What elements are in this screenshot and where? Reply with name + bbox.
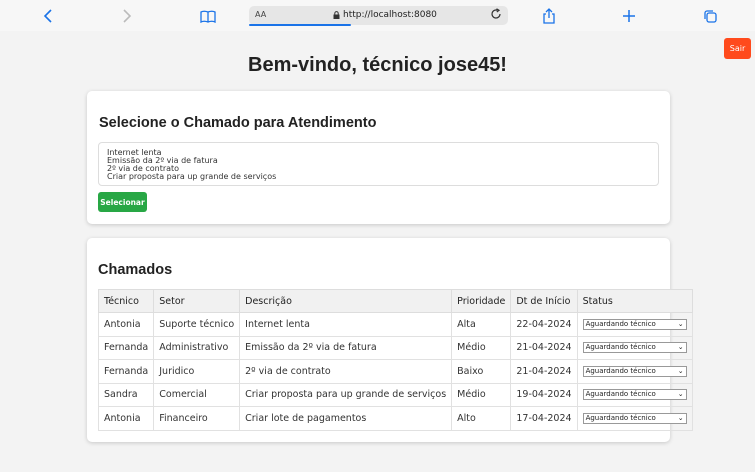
table-header-row: Técnico Setor Descrição Prioridade Dt de… [97, 289, 693, 313]
cell-prioridade: Médio [451, 382, 512, 407]
ticket-listbox[interactable]: Internet lenta Emissão da 2º via de fatu… [98, 142, 659, 186]
status-select[interactable]: Aguardando técnico ⌄ [582, 342, 687, 354]
status-select[interactable]: Aguardando técnico ⌄ [582, 412, 687, 424]
cell-tecnico: Fernanda [97, 335, 155, 360]
lock-icon [333, 11, 340, 19]
cell-tecnico: Sandra [97, 382, 155, 407]
column-header: Descrição [239, 289, 453, 313]
status-select-value: Aguardando técnico [585, 413, 656, 422]
cell-descricao: Emissão da 2º via de fatura [239, 335, 453, 360]
status-select[interactable]: Aguardando técnico ⌄ [582, 318, 687, 330]
cell-setor: Comercial [153, 382, 241, 407]
new-tab-button[interactable] [618, 5, 640, 27]
tickets-table: Técnico Setor Descrição Prioridade Dt de… [97, 289, 693, 431]
back-button[interactable] [37, 5, 59, 27]
cell-descricao: Criar proposta para up grande de serviço… [239, 382, 453, 407]
status-select-value: Aguardando técnico [585, 319, 656, 328]
cell-tecnico: Antonia [97, 312, 155, 337]
cell-status: Aguardando técnico ⌄ [576, 382, 693, 407]
status-select[interactable]: Aguardando técnico ⌄ [582, 365, 687, 377]
cell-descricao: Internet lenta [239, 312, 453, 337]
ticket-option[interactable]: Emissão da 2º via de fatura [107, 157, 650, 165]
cell-inicio: 22-04-2024 [510, 312, 578, 337]
load-progress [249, 24, 351, 26]
cell-tecnico: Fernanda [97, 359, 155, 384]
cell-tecnico: Antonia [97, 406, 155, 431]
cell-status: Aguardando técnico ⌄ [576, 359, 693, 384]
cell-inicio: 21-04-2024 [510, 335, 578, 360]
reload-button[interactable] [490, 8, 502, 23]
cell-prioridade: Baixo [451, 359, 512, 384]
status-select-value: Aguardando técnico [585, 390, 656, 399]
select-ticket-heading: Selecione o Chamado para Atendimento [99, 115, 377, 131]
cell-descricao: 2º via de contrato [239, 359, 453, 384]
tickets-card: Chamados Técnico Setor Descrição Priorid… [87, 238, 693, 442]
status-select[interactable]: Aguardando técnico ⌄ [582, 389, 687, 401]
table-row: Fernanda Juridico 2º via de contrato Baixo 2… [97, 359, 693, 384]
cell-status: Aguardando técnico ⌄ [576, 335, 693, 360]
cell-prioridade: Alto [451, 406, 512, 431]
tabs-icon [703, 9, 717, 23]
cell-setor: Administrativo [153, 335, 241, 360]
cell-status: Aguardando técnico ⌄ [576, 406, 693, 431]
status-select-value: Aguardando técnico [585, 343, 656, 352]
chevron-down-icon: ⌄ [677, 413, 684, 422]
tabs-button[interactable] [699, 5, 721, 27]
chevron-down-icon: ⌄ [677, 366, 684, 375]
chevron-down-icon: ⌄ [677, 390, 684, 399]
select-button[interactable]: Selecionar [98, 192, 147, 212]
page-title: Bem-vindo, técnico jose45! [248, 54, 507, 76]
browser-toolbar: AA http://localhost:8080 [0, 0, 755, 31]
select-ticket-card: Selecione o Chamado para Atendimento Int… [87, 91, 670, 224]
bookmarks-button[interactable] [197, 5, 219, 27]
column-header: Setor [153, 289, 241, 313]
cell-inicio: 19-04-2024 [510, 382, 578, 407]
reader-aa-button[interactable]: AA [255, 10, 266, 19]
cell-descricao: Criar lote de pagamentos [239, 406, 453, 431]
table-row: Sandra Comercial Criar proposta para up gr… [97, 382, 693, 407]
column-header: Prioridade [451, 289, 512, 313]
ticket-option[interactable]: Criar proposta para up grande de serviço… [107, 173, 650, 181]
cell-inicio: 17-04-2024 [510, 406, 578, 431]
new-tab-icon [623, 10, 635, 22]
table-row: Fernanda Administrativo Emissão da 2º via … [97, 335, 693, 360]
reload-icon [491, 8, 501, 19]
url-text: http://localhost:8080 [343, 10, 437, 20]
share-button[interactable] [538, 5, 560, 27]
share-icon [543, 8, 555, 24]
chevron-down-icon: ⌄ [677, 343, 684, 352]
status-select-value: Aguardando técnico [585, 366, 656, 375]
forward-icon [123, 9, 132, 23]
cell-setor: Juridico [153, 359, 241, 384]
tickets-heading: Chamados [98, 262, 173, 278]
cell-status: Aguardando técnico ⌄ [576, 312, 693, 337]
address-bar[interactable]: AA http://localhost:8080 [249, 6, 508, 26]
cell-prioridade: Médio [451, 335, 512, 360]
cell-prioridade: Alta [451, 312, 512, 337]
bookmarks-icon [200, 10, 216, 23]
cell-inicio: 21-04-2024 [510, 359, 578, 384]
column-header: Técnico [97, 289, 155, 313]
table-row: Antonia Financeiro Criar lote de pagamento… [97, 406, 693, 431]
back-icon [43, 9, 52, 23]
cell-setor: Suporte técnico [153, 312, 241, 337]
forward-button[interactable] [116, 5, 138, 27]
column-header: Status [576, 289, 693, 313]
cell-setor: Financeiro [153, 406, 241, 431]
column-header: Dt de Início [510, 289, 578, 313]
chevron-down-icon: ⌄ [677, 319, 684, 328]
table-row: Antonia Suporte técnico Internet lenta Alta… [97, 312, 693, 337]
